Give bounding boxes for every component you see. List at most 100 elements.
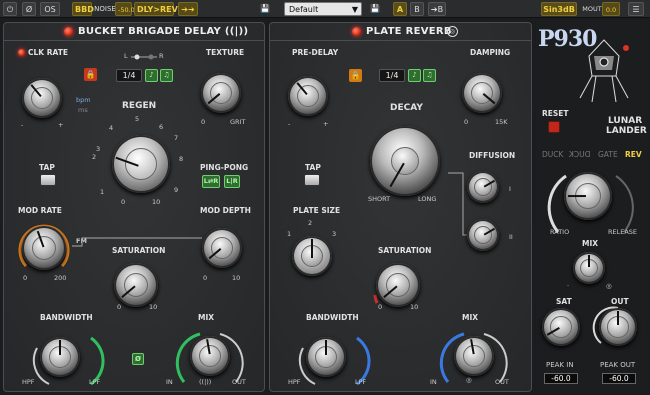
plate-mix-mid-icon: ◎ [466,376,472,384]
bbd-power-led[interactable] [64,27,73,36]
regen-knob[interactable] [112,135,170,193]
side-mix-knob[interactable] [573,252,605,284]
plate-lock-icon[interactable]: 🔒 [349,69,362,82]
top-bar: ⏻ Ø OS BBD NOISE -50.0 DLY>REV ➔➔ 💾 Defa… [0,0,650,18]
plate-sync-value[interactable]: 1/4 [379,69,405,82]
mod-depth-knob[interactable] [202,228,242,268]
bbd-mix-out: OUT [232,378,246,386]
mod-rate-label: MOD RATE [18,206,62,215]
mod-rate-min: 0 [23,274,28,282]
pre-delay-knob[interactable] [288,76,328,116]
decay-knob[interactable] [370,126,440,196]
menu-button[interactable]: ☰ [628,2,644,16]
a-button[interactable]: A [393,2,407,16]
save-icon[interactable]: 💾 [258,2,272,16]
power-button[interactable]: ⏻ [3,2,17,16]
plate-saturation-label: SATURATION [378,246,432,255]
sat-knob[interactable] [542,308,580,346]
sin3db-button[interactable]: Sin3dB [541,2,577,16]
plate-mix-in: IN [430,378,437,386]
plate-size-knob[interactable] [292,236,332,276]
texture-min: 0 [201,118,206,126]
mode-duck-reverse[interactable]: DUCK [569,150,590,159]
bbd-mix-knob[interactable] [190,336,230,376]
plate-sat-min: 0 [378,303,383,311]
mode-duck[interactable]: DUCK [542,150,563,159]
mout-label: MOUT [582,5,602,13]
regen-tick-0: 0 [121,198,126,206]
plate-bandwidth-knob[interactable] [306,337,346,377]
regen-tick-3: 3 [96,145,101,153]
plate-triplet-icon[interactable]: ♫ [423,69,436,82]
chevron-down-icon: ▼ [351,5,358,14]
bbd-mix-in: IN [166,378,173,386]
bbd-mix-label: MIX [198,313,215,322]
reset-button[interactable] [548,121,560,133]
dly-rev-button[interactable]: DLY>REV [134,2,178,16]
size-tick-3: 3 [332,230,337,238]
diffusion-2-knob[interactable] [467,219,499,251]
clk-rate-led[interactable] [18,49,25,56]
bbd-tap-button[interactable] [40,174,56,186]
side-mix-dot-left: · [567,282,570,290]
plate-tap-button[interactable] [304,174,320,186]
bbd-lpf: LPF [89,378,101,386]
diffusion-1-knob[interactable] [467,171,499,203]
plate-header: PLATE REVERB ◎ [270,23,531,41]
size-tick-2: 2 [308,219,313,227]
regen-tick-5: 5 [135,115,140,123]
diffusion-2-label: II [509,233,513,241]
reset-label: RESET [542,109,569,118]
preset-dropdown[interactable]: Default ▼ [284,2,362,16]
decay-label: DECAY [390,103,423,113]
save-as-icon[interactable]: 💾 [368,2,382,16]
lock-icon[interactable]: 🔒 [84,68,97,81]
clk-plus: + [58,121,64,129]
texture-knob[interactable] [201,73,241,113]
mout-value[interactable]: 0.0 [602,2,620,16]
mode-gate[interactable]: GATE [598,150,618,159]
noise-value[interactable]: -50.0 [115,2,135,16]
lr-link-line [131,54,157,60]
ms-label[interactable]: ms [78,106,88,114]
ratio-release-knob[interactable] [564,172,612,220]
bbd-panel: BUCKET BRIGADE DELAY ((|)) CLK RATE - + … [3,22,265,392]
lr-split-button[interactable]: L|R [224,175,240,188]
plate-info-icon[interactable]: ◎ [447,26,458,37]
lr-swap-button[interactable]: L⇄R [202,175,220,188]
mod-depth-label: MOD DEPTH [200,206,251,215]
mod-depth-min: 0 [203,274,208,282]
plate-lpf: LPF [355,378,367,386]
mode-rev[interactable]: REV [625,150,642,159]
bbd-sync-value[interactable]: 1/4 [116,69,142,82]
out-knob[interactable] [599,308,637,346]
clk-rate-knob[interactable] [22,78,62,118]
decay-long: LONG [418,195,437,203]
phase-button[interactable]: Ø [22,2,36,16]
bbd-phase-button[interactable]: Ø [132,353,144,365]
b-button[interactable]: B [410,2,424,16]
regen-tick-2: 2 [92,153,97,161]
routing-button[interactable]: ➔➔ [178,2,198,16]
bbd-sat-min: 0 [117,303,122,311]
side-mix-label: MIX [582,239,599,248]
pre-delay-label: PRE-DELAY [292,48,339,57]
bbd-bandwidth-knob[interactable] [40,337,80,377]
bbd-saturation-knob[interactable] [114,263,158,307]
damping-knob[interactable] [462,73,502,113]
side-panel: P930 LUNAR LANDER RESET DUCK DUCK GATE R… [536,20,647,392]
plate-saturation-knob[interactable] [376,263,420,307]
power-icon: ⏻ [6,5,14,14]
copy-ab-button[interactable]: ➔B [428,2,446,16]
note-icon[interactable]: ♪ [145,69,158,82]
triplet-icon[interactable]: ♫ [160,69,173,82]
plate-power-led[interactable] [352,27,361,36]
plate-hpf: HPF [288,378,301,386]
mod-rate-knob[interactable] [22,226,66,270]
bbd-button[interactable]: BBD [72,2,94,16]
os-button[interactable]: OS [40,2,60,16]
l-label: L [124,52,128,60]
plate-mix-knob[interactable] [454,336,494,376]
plate-note-icon[interactable]: ♪ [408,69,421,82]
bpm-label[interactable]: bpm [76,96,91,104]
